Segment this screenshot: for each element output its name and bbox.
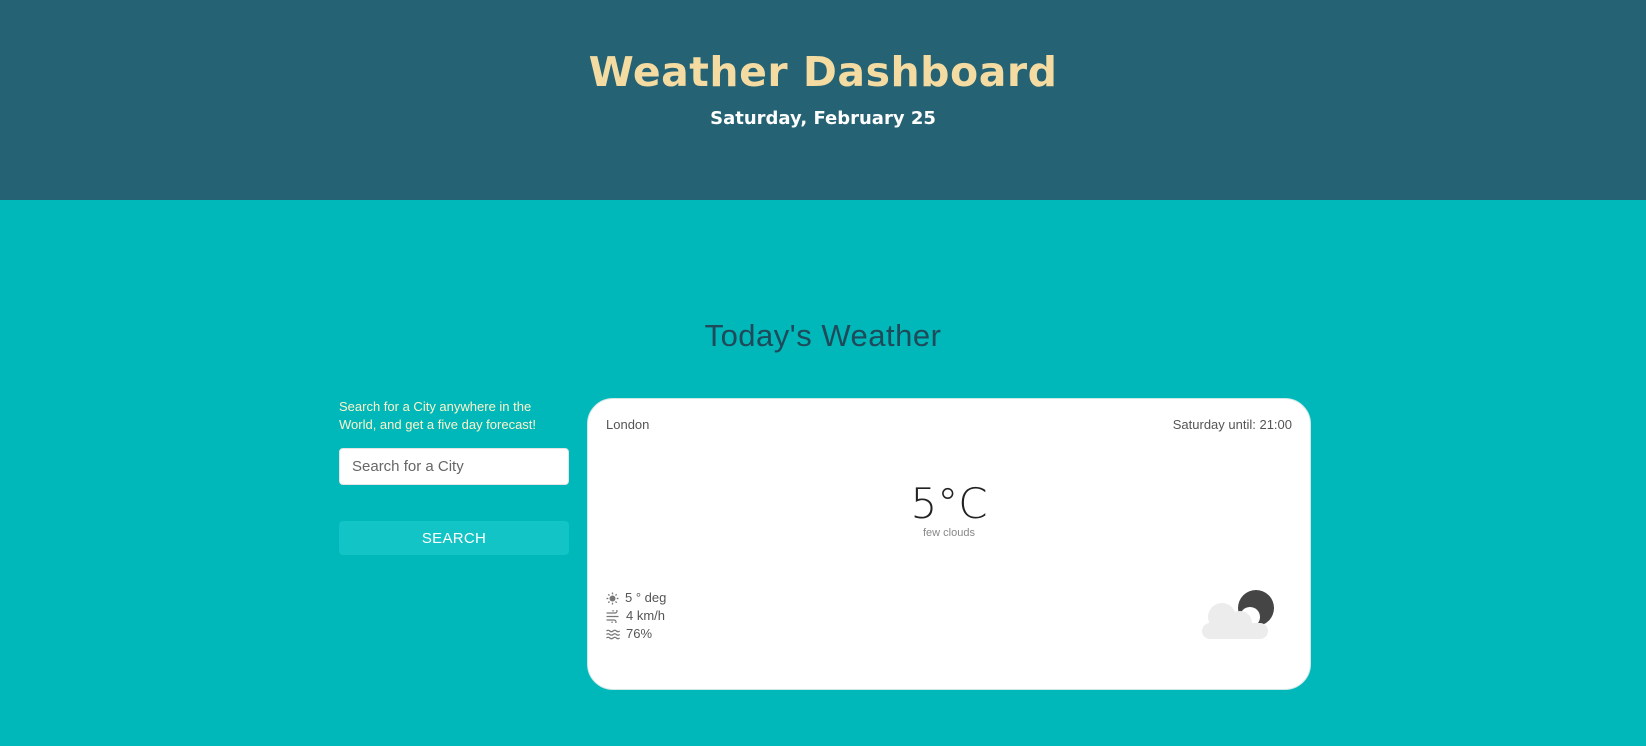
weather-stats: 5 ° deg 4 km/h 76%: [606, 589, 666, 643]
stat-wind-value: 4 km/h: [626, 608, 666, 623]
search-button[interactable]: SEARCH: [339, 521, 569, 555]
header: Weather Dashboard Saturday, February 25: [0, 0, 1646, 200]
humidity-waves-icon: [606, 629, 620, 639]
stat-temperature-value: 5 ° deg: [625, 590, 667, 605]
few-clouds-night-icon: [1202, 590, 1274, 639]
stat-humidity: 76%: [606, 625, 666, 643]
sun-icon: [606, 592, 619, 604]
stat-temperature: 5 ° deg: [606, 589, 666, 607]
valid-until: Saturday until: 21:00: [1172, 417, 1292, 432]
search-panel: Search for a City anywhere in the World,…: [339, 398, 569, 555]
wind-icon: [606, 609, 619, 623]
city-name: London: [606, 417, 650, 432]
stat-wind: 4 km/h: [606, 607, 666, 625]
stat-humidity-value: 76%: [626, 626, 653, 641]
weather-card: London Saturday until: 21:00 5°C few clo…: [587, 398, 1311, 690]
search-hint: Search for a City anywhere in the World,…: [339, 399, 537, 432]
current-date: Saturday, February 25: [710, 108, 936, 129]
section-title: Today's Weather: [704, 318, 942, 353]
weather-description: few clouds: [923, 527, 975, 539]
page-title: Weather Dashboard: [588, 48, 1058, 96]
temperature: 5°C: [910, 479, 988, 528]
search-input[interactable]: [339, 448, 569, 485]
